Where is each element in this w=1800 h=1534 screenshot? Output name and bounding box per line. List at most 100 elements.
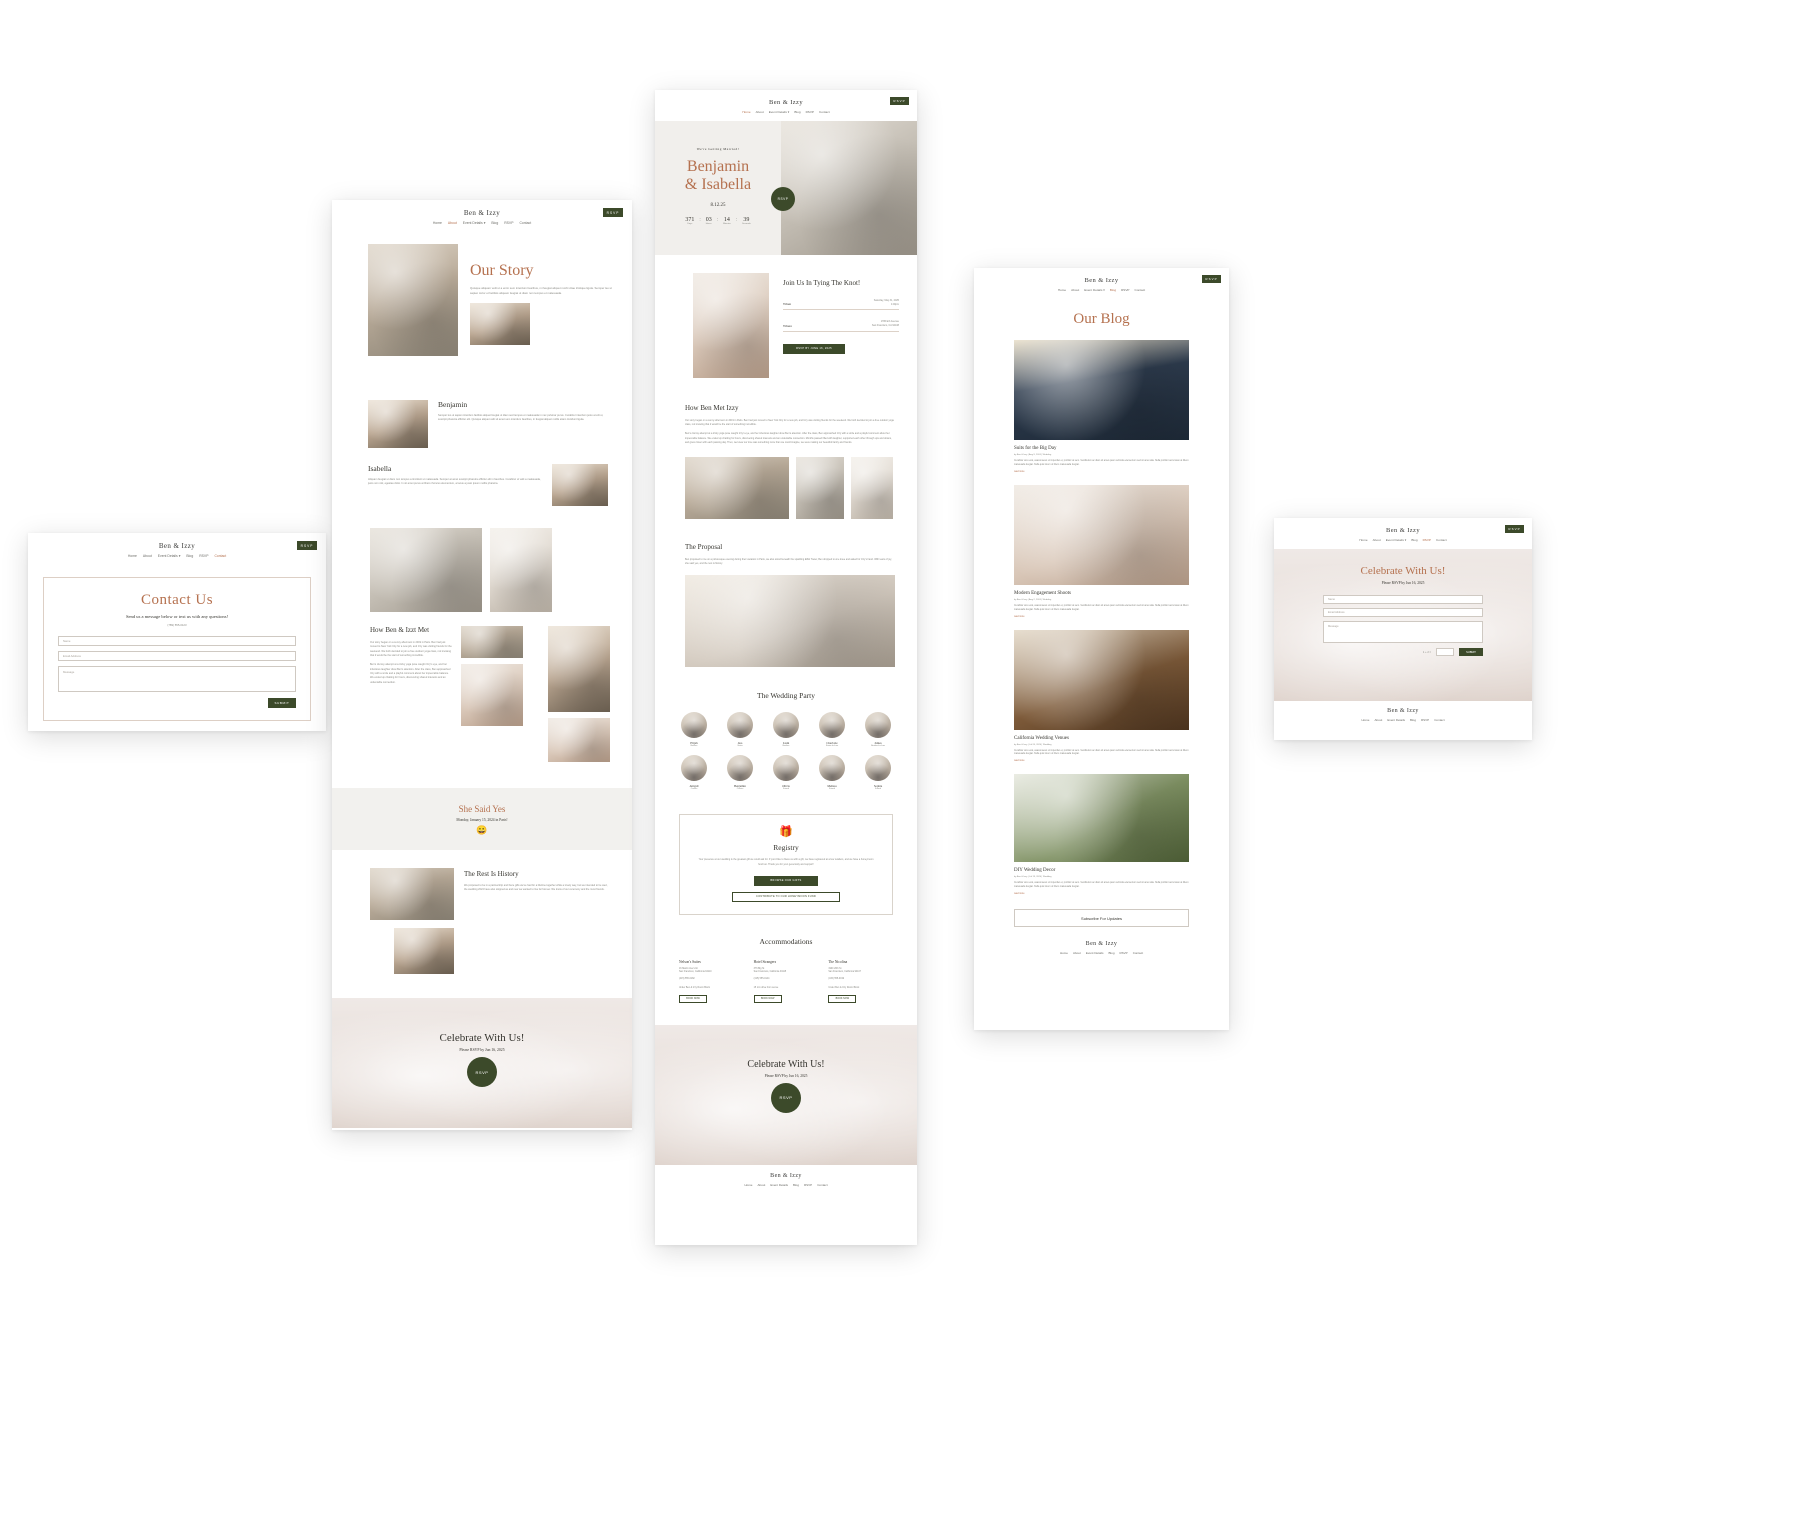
- post-title[interactable]: California Wedding Venues: [1014, 736, 1189, 741]
- header-rsvp-button[interactable]: RSVP: [1202, 275, 1221, 283]
- nav-contact[interactable]: Contact: [214, 554, 226, 558]
- nav-blog[interactable]: Blog: [794, 110, 800, 114]
- footer-nav-rsvp[interactable]: RSVP: [1421, 718, 1429, 722]
- brand-logo[interactable]: Ben & Izzy: [974, 277, 1229, 284]
- nav-rsvp[interactable]: RSVP: [1423, 538, 1431, 542]
- post-read-more-link[interactable]: read more: [1014, 471, 1189, 473]
- post-read-more-link[interactable]: read more: [1014, 893, 1189, 895]
- footer-nav-event-details[interactable]: Event Details: [770, 1183, 788, 1187]
- nav-rsvp[interactable]: RSVP: [199, 554, 208, 558]
- brand-logo[interactable]: Ben & Izzy: [655, 99, 917, 106]
- nav-rsvp[interactable]: RSVP: [1121, 288, 1129, 292]
- footer-nav-about[interactable]: About: [1073, 951, 1081, 955]
- nav-event-details[interactable]: Event Details ▾: [1386, 538, 1407, 542]
- nav-about[interactable]: About: [448, 221, 457, 225]
- main-nav[interactable]: Home About Event Details ▾ Blog RSVP Con…: [332, 221, 632, 225]
- message-field[interactable]: Message: [58, 666, 296, 692]
- post-read-more-link[interactable]: read more: [1014, 616, 1189, 618]
- contact-page[interactable]: Ben & Izzy Home About Event Details ▾ Bl…: [28, 533, 326, 731]
- nav-rsvp[interactable]: RSVP: [504, 221, 513, 225]
- name-field[interactable]: Name: [58, 636, 296, 646]
- header-rsvp-button[interactable]: RSVP: [297, 541, 317, 550]
- name-field[interactable]: Name: [1323, 595, 1483, 604]
- nav-about[interactable]: About: [143, 554, 152, 558]
- blog-post[interactable]: Modern Engagement Shoots by Ben & Izzy |…: [1014, 484, 1189, 618]
- nav-home[interactable]: Home: [1058, 288, 1066, 292]
- nav-home[interactable]: Home: [128, 554, 137, 558]
- nav-contact[interactable]: Contact: [1135, 288, 1146, 292]
- nav-about[interactable]: About: [756, 110, 764, 114]
- footer-nav-contact[interactable]: Contact: [1434, 718, 1444, 722]
- footer-nav-rsvp[interactable]: RSVP: [1120, 951, 1128, 955]
- footer-nav-home[interactable]: Home: [1361, 718, 1369, 722]
- footer-nav[interactable]: Home About Event Details Blog RSVP Conta…: [1274, 718, 1532, 722]
- hero-rsvp-badge[interactable]: RSVP: [771, 187, 795, 211]
- brand-logo[interactable]: Ben & Izzy: [28, 542, 326, 550]
- footer-nav[interactable]: Home About Event Details Blog RSVP Conta…: [655, 1183, 917, 1187]
- blog-page[interactable]: Ben & Izzy Home About Event Details ▾ Bl…: [974, 268, 1229, 1030]
- post-title[interactable]: DIY Wedding Decor: [1014, 868, 1189, 873]
- nav-about[interactable]: About: [1373, 538, 1381, 542]
- celebrate-rsvp-button[interactable]: RSVP: [771, 1082, 801, 1113]
- footer-nav-blog[interactable]: Blog: [793, 1183, 799, 1187]
- nav-contact[interactable]: Contact: [519, 221, 531, 225]
- main-nav[interactable]: Home About Event Details ▾ Blog RSVP Con…: [1274, 538, 1532, 542]
- email-field[interactable]: Email Address: [1323, 608, 1483, 617]
- brand-logo[interactable]: Ben & Izzy: [332, 209, 632, 217]
- nav-event-details[interactable]: Event Details ▾: [158, 554, 181, 558]
- header-rsvp-button[interactable]: RSVP: [1505, 525, 1524, 533]
- rsvp-page[interactable]: Ben & Izzy Home About Event Details ▾ Bl…: [1274, 518, 1532, 740]
- nav-blog[interactable]: Blog: [491, 221, 498, 225]
- main-nav[interactable]: Home About Event Details ▾ Blog RSVP Con…: [974, 288, 1229, 292]
- hotel-phone[interactable]: (415) 555-0182: [679, 978, 744, 980]
- message-field[interactable]: Message: [1323, 621, 1483, 643]
- nav-blog[interactable]: Blog: [1110, 288, 1116, 292]
- footer-nav-rsvp[interactable]: RSVP: [804, 1183, 812, 1187]
- our-story-page[interactable]: Ben & Izzy Home About Event Details ▾ Bl…: [332, 200, 632, 1130]
- post-title[interactable]: Suits for the Big Day: [1014, 446, 1189, 451]
- nav-home[interactable]: Home: [1359, 538, 1367, 542]
- email-field[interactable]: Email Address: [58, 651, 296, 661]
- details-rsvp-button[interactable]: RSVP BY JUNE 16, 2025: [783, 343, 845, 354]
- nav-rsvp[interactable]: RSVP: [806, 110, 814, 114]
- nav-home[interactable]: Home: [742, 110, 750, 114]
- captcha-input[interactable]: [1436, 648, 1454, 656]
- main-nav[interactable]: Home About Event Details ▾ Blog RSVP Con…: [28, 554, 326, 558]
- blog-post[interactable]: California Wedding Venues by Ben & Izzy …: [1014, 629, 1189, 762]
- registry-primary-button[interactable]: BROWSE OUR GIFTS: [754, 875, 818, 886]
- post-read-more-link[interactable]: read more: [1014, 760, 1189, 762]
- footer-nav-event-details[interactable]: Event Details: [1387, 718, 1405, 722]
- nav-event-details[interactable]: Event Details ▾: [463, 221, 486, 225]
- blog-post[interactable]: Suits for the Big Day by Ben & Izzy | Au…: [1014, 340, 1189, 473]
- submit-button[interactable]: SUBMIT: [1459, 648, 1483, 656]
- hotel-book-button[interactable]: BOOK NOW: [679, 994, 707, 1003]
- nav-contact[interactable]: Contact: [819, 110, 830, 114]
- nav-blog[interactable]: Blog: [1411, 538, 1417, 542]
- footer-nav[interactable]: Home About Event Details Blog RSVP Conta…: [974, 951, 1229, 955]
- brand-logo[interactable]: Ben & Izzy: [1274, 527, 1532, 534]
- submit-button[interactable]: SUBMIT: [268, 698, 296, 708]
- celebrate-rsvp-button[interactable]: RSVP: [467, 1057, 497, 1087]
- footer-nav-contact[interactable]: Contact: [1133, 951, 1143, 955]
- nav-home[interactable]: Home: [433, 221, 442, 225]
- footer-nav-blog[interactable]: Blog: [1410, 718, 1416, 722]
- nav-event-details[interactable]: Event Details ▾: [769, 110, 790, 114]
- hotel-phone[interactable]: (415) 555-0199: [828, 978, 893, 980]
- nav-about[interactable]: About: [1071, 288, 1079, 292]
- hotel-book-button[interactable]: BOOK NOW: [753, 994, 782, 1003]
- blog-post[interactable]: DIY Wedding Decor by Ben & Izzy | Jul 19…: [1014, 774, 1189, 895]
- registry-secondary-button[interactable]: CONTRIBUTE TO OUR HONEYMOON FUND: [732, 891, 840, 902]
- contact-phone[interactable]: (789) 555-0123: [58, 623, 296, 627]
- footer-nav-blog[interactable]: Blog: [1109, 951, 1115, 955]
- footer-nav-contact[interactable]: Contact: [817, 1183, 827, 1187]
- nav-blog[interactable]: Blog: [186, 554, 193, 558]
- home-page[interactable]: Ben & Izzy Home About Event Details ▾ Bl…: [655, 90, 917, 1245]
- header-rsvp-button[interactable]: RSVP: [890, 97, 909, 105]
- hotel-phone[interactable]: (415) 555-0144: [754, 978, 819, 980]
- footer-nav-home[interactable]: Home: [744, 1183, 752, 1187]
- footer-nav-event-details[interactable]: Event Details: [1086, 951, 1104, 955]
- header-rsvp-button[interactable]: RSVP: [603, 208, 623, 217]
- nav-contact[interactable]: Contact: [1436, 538, 1447, 542]
- subscribe-button[interactable]: Subscribe For Updates: [1014, 909, 1189, 928]
- main-nav[interactable]: Home About Event Details ▾ Blog RSVP Con…: [655, 110, 917, 114]
